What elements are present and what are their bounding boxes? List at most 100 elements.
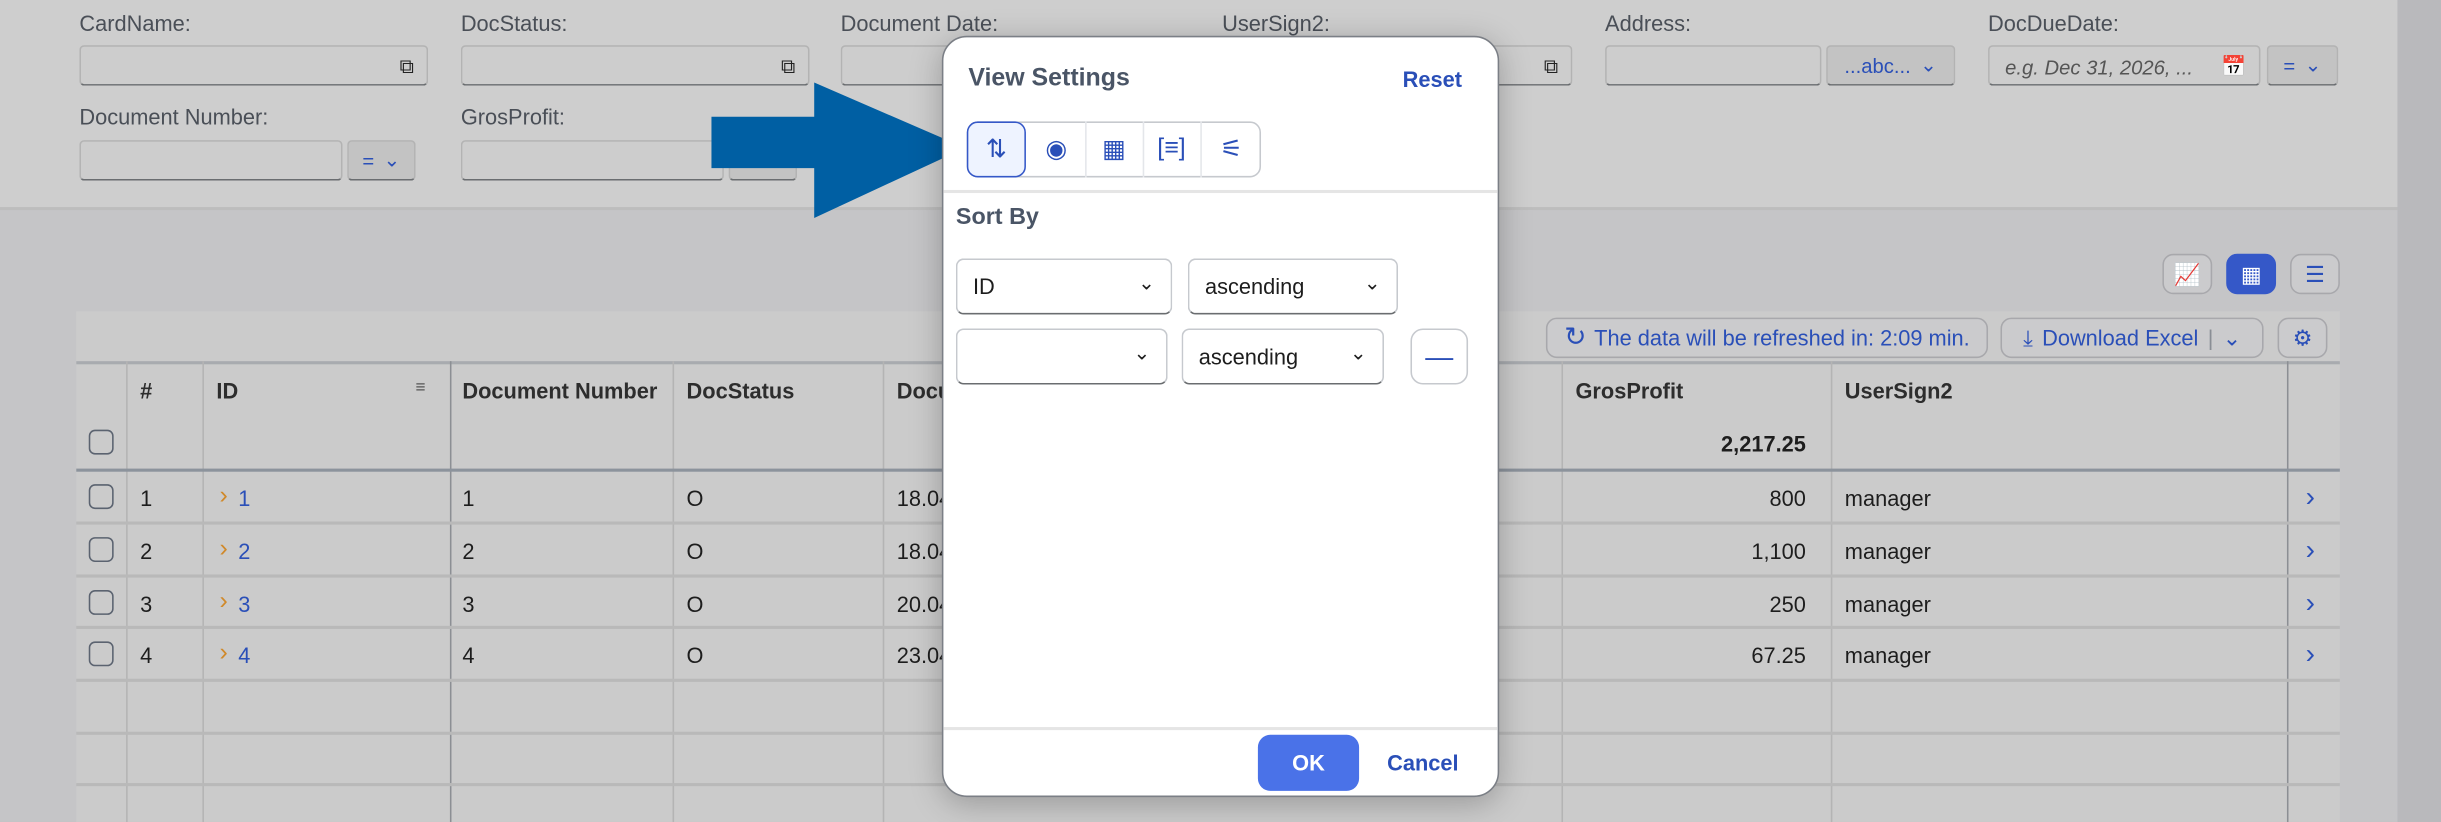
- row-checkbox[interactable]: [88, 484, 114, 510]
- row-number: 3: [140, 591, 153, 617]
- row-checkbox[interactable]: [88, 590, 114, 615]
- reset-button[interactable]: Reset: [1403, 67, 1462, 92]
- document-number-cell: 2: [462, 538, 475, 564]
- operator-value: =: [2283, 53, 2296, 78]
- separator: |: [2207, 325, 2214, 351]
- cardname-label: CardName:: [79, 10, 191, 36]
- cancel-button[interactable]: Cancel: [1387, 750, 1458, 775]
- chevron-down-icon[interactable]: ⌄: [2223, 325, 2241, 351]
- column-divider: [882, 361, 885, 822]
- row-navigation-icon[interactable]: ›: [2306, 638, 2315, 671]
- footer-divider: [943, 727, 1498, 731]
- column-header[interactable]: DocStatus: [687, 378, 795, 403]
- usersign2-cell: manager: [1844, 642, 1931, 668]
- divider: [943, 189, 1498, 194]
- download-icon: ⤓: [2023, 324, 2033, 350]
- row-number: 4: [140, 642, 153, 668]
- docduedate-label: DocDueDate:: [1988, 10, 2119, 36]
- docstatus-cell: O: [686, 591, 704, 617]
- app-screen: CardName: ⧉ DocStatus: ⧉ Document Date: …: [0, 0, 2441, 822]
- sort-indicator-icon: ≡: [415, 378, 426, 397]
- document-number-label: Document Number:: [79, 104, 269, 130]
- column-header[interactable]: ID: [216, 378, 238, 403]
- operator-value: =: [362, 148, 375, 173]
- column-header[interactable]: UserSign2: [1845, 378, 1953, 403]
- refresh-button[interactable]: ↻ The data will be refreshed in: 2:09 min…: [1545, 317, 1989, 359]
- table-icon: ▦: [2240, 260, 2262, 286]
- row-navigation-icon[interactable]: ›: [2306, 481, 2315, 514]
- remove-sort-button[interactable]: —: [1410, 328, 1469, 385]
- sort-field-select-2[interactable]: ⌄: [955, 328, 1168, 385]
- row-checkbox[interactable]: [88, 537, 114, 563]
- value-help-icon[interactable]: ⧉: [1544, 54, 1558, 79]
- sort-order-select-2[interactable]: ascending ⌄: [1181, 328, 1384, 385]
- docstatus-label: DocStatus:: [460, 10, 568, 36]
- ok-button[interactable]: OK: [1257, 734, 1360, 791]
- column-divider: [1561, 361, 1564, 822]
- grosprofit-cell: 1,100: [1751, 538, 1806, 564]
- expand-chevron-icon[interactable]: ›: [220, 640, 228, 668]
- docstatus-cell: O: [686, 538, 704, 564]
- sort-order-select-1[interactable]: ascending ⌄: [1187, 258, 1399, 315]
- id-link[interactable]: 2: [238, 539, 250, 564]
- address-label: Address:: [1605, 10, 1692, 36]
- scrollbar-area: [2397, 0, 2441, 822]
- usersign2-cell: manager: [1844, 538, 1931, 564]
- column-divider: [126, 361, 128, 822]
- chart-view-button[interactable]: 📈: [2162, 253, 2213, 295]
- download-excel-button[interactable]: ⤓ Download Excel | ⌄: [2000, 317, 2264, 359]
- sort-field-select-1[interactable]: ID ⌄: [955, 258, 1173, 315]
- grosprofit-cell: 250: [1769, 591, 1806, 617]
- row-navigation-icon[interactable]: ›: [2306, 587, 2315, 620]
- settings-icon: ⚙: [2292, 324, 2313, 350]
- row-checkbox[interactable]: [88, 641, 114, 667]
- tab-visibility[interactable]: ◉: [1027, 121, 1087, 178]
- document-number-operator-select[interactable]: = ⌄: [347, 140, 416, 181]
- column-divider: [1830, 361, 1833, 822]
- minus-icon: —: [1425, 340, 1454, 372]
- row-navigation-icon[interactable]: ›: [2306, 534, 2315, 567]
- placeholder: e.g. Dec 31, 2026, ...: [2005, 56, 2194, 80]
- tab-filter-settings[interactable]: ⚟: [1202, 121, 1261, 177]
- address-input[interactable]: [1605, 45, 1822, 86]
- chart-table-view-button[interactable]: ☰: [2290, 253, 2340, 295]
- column-header[interactable]: Document Number: [462, 378, 657, 403]
- select-value: ascending: [1198, 344, 1299, 369]
- cardname-input[interactable]: ⧉: [79, 45, 429, 86]
- grosprofit-cell: 67.25: [1751, 642, 1806, 668]
- column-header[interactable]: GrosProfit: [1575, 378, 1683, 403]
- id-link[interactable]: 3: [238, 592, 250, 617]
- docduedate-input[interactable]: e.g. Dec 31, 2026, ... 📅: [1988, 45, 2261, 86]
- view-settings-dialog: View Settings Reset ⇅ ◉ ▦ [≡] ⚟ Sort By …: [941, 35, 1500, 798]
- value-help-icon[interactable]: ⧉: [400, 54, 414, 79]
- id-link[interactable]: 4: [238, 643, 250, 668]
- refresh-icon: ↻: [1564, 322, 1587, 352]
- value-help-icon[interactable]: ⧉: [781, 54, 795, 79]
- chart-icon: 📈: [2173, 260, 2201, 286]
- expand-chevron-icon[interactable]: ›: [220, 483, 228, 511]
- tab-columns[interactable]: ▦: [1085, 121, 1145, 178]
- tab-sort[interactable]: ⇅: [966, 121, 1026, 178]
- dialog-title: View Settings: [968, 65, 1130, 92]
- document-date-label: Document Date:: [840, 10, 999, 36]
- docstatus-cell: O: [686, 642, 704, 668]
- expand-chevron-icon[interactable]: ›: [220, 536, 228, 564]
- table-settings-button[interactable]: ⚙: [2277, 317, 2328, 359]
- document-number-input[interactable]: [79, 140, 343, 181]
- sort-icon: ⇅: [985, 136, 1007, 164]
- select-all-checkbox[interactable]: [88, 429, 114, 455]
- calendar-icon[interactable]: 📅: [2221, 54, 2246, 79]
- usersign2-cell: manager: [1844, 591, 1931, 617]
- tab-group[interactable]: [≡]: [1143, 121, 1202, 178]
- column-divider: [672, 361, 675, 822]
- grosprofit-input[interactable]: [460, 140, 724, 181]
- address-operator-select[interactable]: ...abc... ⌄: [1826, 45, 1956, 86]
- grosprofit-cell: 800: [1769, 485, 1806, 511]
- docduedate-operator-select[interactable]: = ⌄: [2266, 45, 2339, 86]
- id-link[interactable]: 1: [238, 486, 250, 511]
- table-view-button[interactable]: ▦: [2226, 253, 2277, 295]
- expand-chevron-icon[interactable]: ›: [220, 588, 228, 616]
- chevron-down-icon: ⌄: [1349, 340, 1367, 365]
- usersign2-label: UserSign2:: [1222, 10, 1330, 36]
- column-header[interactable]: #: [140, 378, 152, 403]
